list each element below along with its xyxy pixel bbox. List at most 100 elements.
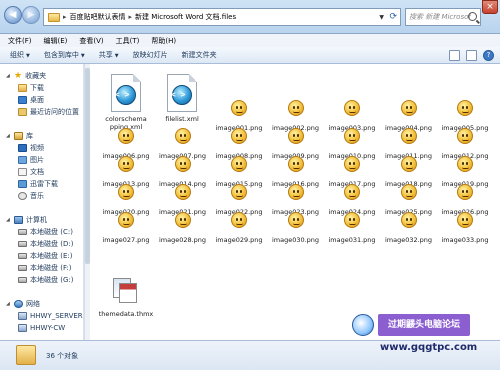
menu-edit[interactable]: 编辑(E)	[44, 36, 68, 46]
file-item[interactable]: image033.png	[437, 212, 493, 244]
nav-drive-d[interactable]: 本地磁盘 (D:)	[18, 238, 73, 249]
refresh-icon[interactable]: ⟳	[389, 12, 397, 22]
share-button[interactable]: 共享 ▼	[99, 50, 119, 60]
nav-computer[interactable]: ◢ 计算机	[6, 214, 47, 225]
emoticon-image-icon	[231, 156, 247, 172]
chevron-down-icon: ▼	[114, 53, 119, 59]
back-button[interactable]: ◀	[4, 6, 22, 24]
file-item[interactable]: image028.png	[155, 212, 211, 244]
nav-host-server[interactable]: HHWY_SERVER	[18, 310, 83, 321]
star-icon: ★	[14, 70, 23, 81]
nav-recent[interactable]: 最近访问的位置	[18, 106, 79, 117]
file-item[interactable]: image032.png	[381, 212, 437, 244]
file-item[interactable]: image029.png	[211, 212, 267, 244]
nav-documents[interactable]: 文档	[18, 166, 44, 177]
watermark-title: 过期鼹头电脑论坛	[378, 314, 470, 336]
nav-label: 图片	[30, 155, 44, 164]
site-logo-icon	[352, 314, 374, 336]
network-computer-icon	[18, 311, 27, 320]
file-name: image030.png	[271, 236, 320, 244]
nav-host-cw[interactable]: HHWY-CW	[18, 322, 65, 333]
nav-scrollbar[interactable]	[84, 64, 90, 340]
nav-label: 迅雷下载	[30, 179, 58, 188]
nav-network[interactable]: ◢ 网络	[6, 298, 40, 309]
address-field[interactable]: ▸ 百度贴吧默认表情 ▸ 新建 Microsoft Word 文档.files …	[43, 8, 401, 26]
slideshow-button[interactable]: 放映幻灯片	[133, 50, 168, 60]
help-icon[interactable]: ?	[483, 50, 494, 61]
organize-button[interactable]: 组织 ▼	[10, 50, 30, 60]
close-icon[interactable]: ×	[482, 0, 498, 14]
hard-drive-icon	[18, 264, 27, 271]
documents-icon	[18, 167, 27, 176]
file-name-line: colorschema	[105, 115, 147, 123]
collapse-arrow-icon[interactable]: ◢	[6, 73, 11, 79]
file-item[interactable]: image030.png	[268, 212, 324, 244]
emoticon-image-icon	[344, 184, 360, 200]
preview-pane-icon[interactable]	[466, 50, 477, 61]
emoticon-image-icon	[118, 128, 134, 144]
command-bar: 组织 ▼ 包含到库中 ▼ 共享 ▼ 放映幻灯片 新建文件夹 ?	[0, 47, 500, 64]
emoticon-image-icon	[400, 128, 417, 144]
download-folder-icon	[18, 83, 27, 92]
address-bar-area: ◀ ▶ ▸ 百度贴吧默认表情 ▸ 新建 Microsoft Word 文档.fi…	[0, 0, 500, 34]
nav-label: 网络	[26, 299, 40, 308]
file-item[interactable]: image027.png	[98, 212, 154, 244]
file-name: image029.png	[215, 236, 263, 244]
nav-pictures[interactable]: 图片	[18, 154, 44, 165]
new-folder-button[interactable]: 新建文件夹	[182, 50, 217, 60]
search-icon[interactable]	[468, 12, 477, 21]
nav-label: 下载	[30, 83, 44, 92]
emoticon-image-icon	[344, 156, 360, 172]
pictures-icon	[18, 155, 27, 164]
emoticon-image-icon	[457, 100, 473, 116]
menu-help[interactable]: 帮助(H)	[151, 36, 176, 46]
nav-thunder[interactable]: 迅雷下载	[18, 178, 58, 189]
emoticon-image-icon	[457, 128, 473, 144]
search-input[interactable]: 搜索 新建 Microsoft Word 文档.files	[405, 8, 481, 26]
globe-icon	[171, 85, 192, 105]
include-library-button[interactable]: 包含到库中 ▼	[44, 50, 85, 60]
recent-places-icon	[18, 107, 27, 116]
nav-drive-c[interactable]: 本地磁盘 (C:)	[18, 226, 73, 237]
item-count: 36 个对象	[46, 352, 79, 360]
collapse-arrow-icon[interactable]: ◢	[6, 217, 11, 223]
collapse-arrow-icon[interactable]: ◢	[6, 133, 11, 139]
file-item[interactable]: image031.png	[324, 212, 380, 244]
breadcrumb-item[interactable]: 百度贴吧默认表情	[70, 12, 126, 22]
nav-libraries[interactable]: ◢ 库	[6, 130, 33, 141]
forward-button[interactable]: ▶	[22, 6, 40, 24]
hard-drive-icon	[18, 276, 27, 283]
nav-label: 音乐	[30, 191, 44, 200]
organize-label: 组织	[10, 51, 24, 59]
nav-drive-e[interactable]: 本地磁盘 (E:)	[18, 250, 72, 261]
menu-file[interactable]: 文件(F)	[8, 36, 32, 46]
file-name: themedata.thmx	[98, 310, 154, 318]
nav-drive-f[interactable]: 本地磁盘 (F:)	[18, 262, 72, 273]
collapse-arrow-icon[interactable]: ◢	[6, 301, 11, 307]
nav-music[interactable]: 音乐	[18, 190, 44, 201]
nav-videos[interactable]: 视频	[18, 142, 44, 153]
scrollbar-thumb[interactable]	[85, 68, 90, 264]
emoticon-image-icon	[118, 156, 134, 172]
include-library-label: 包含到库中	[43, 51, 79, 59]
folder-icon	[16, 345, 36, 365]
chevron-down-icon[interactable]: ▼	[379, 14, 384, 21]
theme-file-icon	[111, 278, 141, 306]
file-item[interactable]: themedata.thmx	[98, 272, 154, 318]
view-options-icon[interactable]	[449, 50, 460, 61]
nav-label: 本地磁盘 (G:)	[30, 275, 74, 284]
emoticon-image-icon	[174, 128, 191, 144]
breadcrumb-item[interactable]: 新建 Microsoft Word 文档.files	[135, 12, 236, 22]
emoticon-image-icon	[400, 212, 417, 228]
nav-drive-g[interactable]: 本地磁盘 (G:)	[18, 274, 73, 285]
file-item[interactable]: filelist.xml	[154, 74, 210, 123]
video-icon	[18, 143, 27, 152]
menu-tools[interactable]: 工具(T)	[116, 36, 140, 46]
emoticon-image-icon	[287, 128, 304, 144]
file-name: image031.png	[328, 236, 376, 244]
nav-downloads[interactable]: 下载	[18, 82, 44, 93]
nav-favorites[interactable]: ◢ ★ 收藏夹	[6, 70, 46, 81]
file-item[interactable]: colorschema pping.xml	[98, 74, 154, 131]
menu-view[interactable]: 查看(V)	[79, 36, 103, 46]
nav-desktop[interactable]: 桌面	[18, 94, 44, 105]
